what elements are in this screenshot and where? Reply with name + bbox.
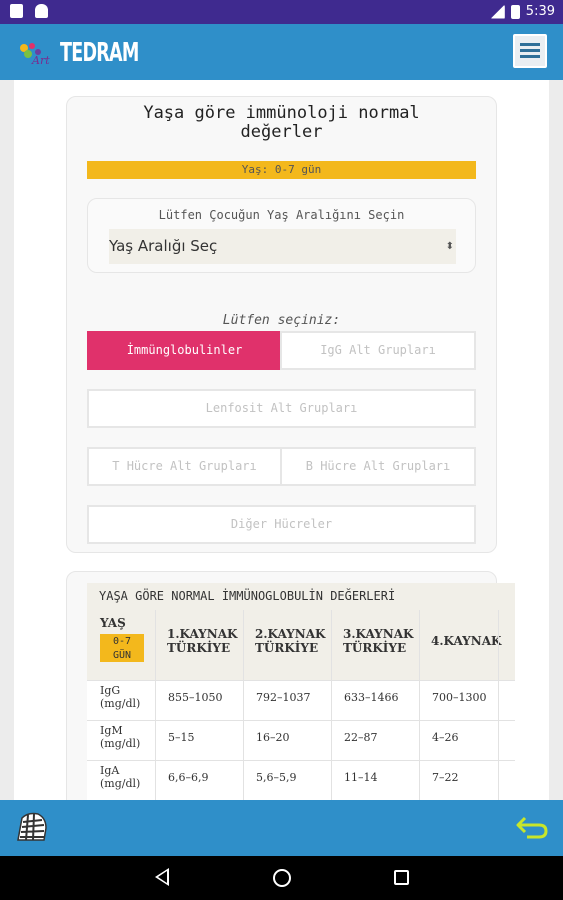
grid-line [87,720,515,721]
table-cell: 5–15 [155,720,243,760]
nav-home-icon[interactable] [273,869,291,887]
table-cell: 633–1466 [331,680,419,720]
row-label-line1: IgM [100,724,123,737]
row-label: IgA (mg/dl) [87,760,155,800]
android-icon [35,4,48,18]
app-logo[interactable]: Art TEDRAM [16,34,139,70]
table-cell: 11–14 [331,760,419,800]
grid-line [331,610,332,800]
age-range-select[interactable]: Yaş Aralığı Seç ⬍ [109,229,456,264]
age-banner: Yaş: 0-7 gün [87,161,476,179]
table-cell: 16–20 [243,720,331,760]
zebra-icon[interactable] [14,810,50,844]
signal-icon [490,4,505,19]
selection-prompt: Lütfen seçiniz: [222,313,341,328]
age-badge: 0-7 GÜN [100,634,144,662]
age-select-label: Lütfen Çocuğun Yaş Aralığını Seçin [158,208,405,222]
table-header-cell: 3.KAYNAK TÜRKİYE [331,610,419,680]
immunoglobulin-table[interactable]: YAŞA GÖRE NORMAL İMMÜNOGLOBULİN DEĞERLER… [87,583,515,800]
t-cell-subgroups-button[interactable]: T Hücre Alt Grupları [87,447,282,486]
table-cell: 7–22 [419,760,515,800]
grid-line [87,680,515,681]
row-label-line2: (mg/dl) [100,697,141,710]
app-bar: Art TEDRAM [0,24,563,80]
header-line2: TÜRKİYE [343,641,407,655]
nav-recents-icon[interactable] [394,870,409,885]
table-header-cell: 2.KAYNAK TÜRKİYE [243,610,331,680]
table-header-cell: 4.KAYNAK [419,610,515,680]
grid-line [419,610,420,800]
immunoglobulins-button[interactable]: İmmünglobulinler [87,331,282,370]
status-time: 5:39 [525,4,555,19]
menu-button[interactable] [513,34,547,68]
notification-icon [10,4,23,18]
age-range-select-value: Yaş Aralığı Seç [109,237,218,255]
table-cell: 6,6–6,9 [155,760,243,800]
battery-icon [510,4,520,19]
age-badge-line1: 0-7 [112,636,132,647]
status-bar: 5:39 [0,0,563,24]
age-badge-line2: GÜN [112,650,132,661]
svg-text:Art: Art [31,54,50,66]
table-cell: 855–1050 [155,680,243,720]
page-title-line1: Yaşa göre immünoloji normal [143,103,420,123]
row-label-line2: (mg/dl) [100,737,141,750]
row-label-line1: IgG [100,684,121,697]
select-arrows-icon: ⬍ [445,241,454,252]
grid-line [243,610,244,800]
row-label: IgG (mg/dl) [87,680,155,720]
logo-text: TEDRAM [60,38,139,68]
nav-back-icon[interactable] [155,868,169,886]
row-label-line2: (mg/dl) [100,777,141,790]
page-title-line2: değerler [240,122,323,142]
header-line2: TÜRKİYE [167,641,231,655]
bottom-bar [0,800,563,856]
left-edge [0,80,14,800]
row-label: IgM (mg/dl) [87,720,155,760]
table-cell: 4–26 [419,720,515,760]
table-cell: 5,6–5,9 [243,760,331,800]
other-cells-button[interactable]: Diğer Hücreler [87,505,476,544]
table-cell: 792–1037 [243,680,331,720]
grid-line [498,610,499,800]
header-line1: 4.KAYNAK [431,634,502,648]
table-header-cell: 1.KAYNAK TÜRKİYE [155,610,243,680]
header-line1: 2.KAYNAK [255,627,326,641]
lymphocyte-subgroups-button[interactable]: Lenfosit Alt Grupları [87,389,476,428]
table-cell: 22–87 [331,720,419,760]
header-line1: 3.KAYNAK [343,627,414,641]
table-title: YAŞA GÖRE NORMAL İMMÜNOGLOBULİN DEĞERLER… [87,583,515,610]
right-edge [549,80,563,800]
logo-art-icon: Art [20,43,50,66]
page-title: Yaşa göre immünoloji normal değerler [66,104,497,142]
row-label-line1: IgA [100,764,120,777]
corner-label: YAŞ [100,616,126,630]
header-line2: TÜRKİYE [255,641,319,655]
grid-line [87,760,515,761]
header-line1: 1.KAYNAK [167,627,238,641]
table-header-corner: YAŞ 0-7 GÜN [87,610,155,680]
b-cell-subgroups-button[interactable]: B Hücre Alt Grupları [280,447,476,486]
igg-subgroups-button[interactable]: IgG Alt Grupları [280,331,476,370]
back-arrow-icon[interactable] [515,814,549,840]
table-cell: 700–1300 [419,680,515,720]
grid-line [155,610,156,800]
